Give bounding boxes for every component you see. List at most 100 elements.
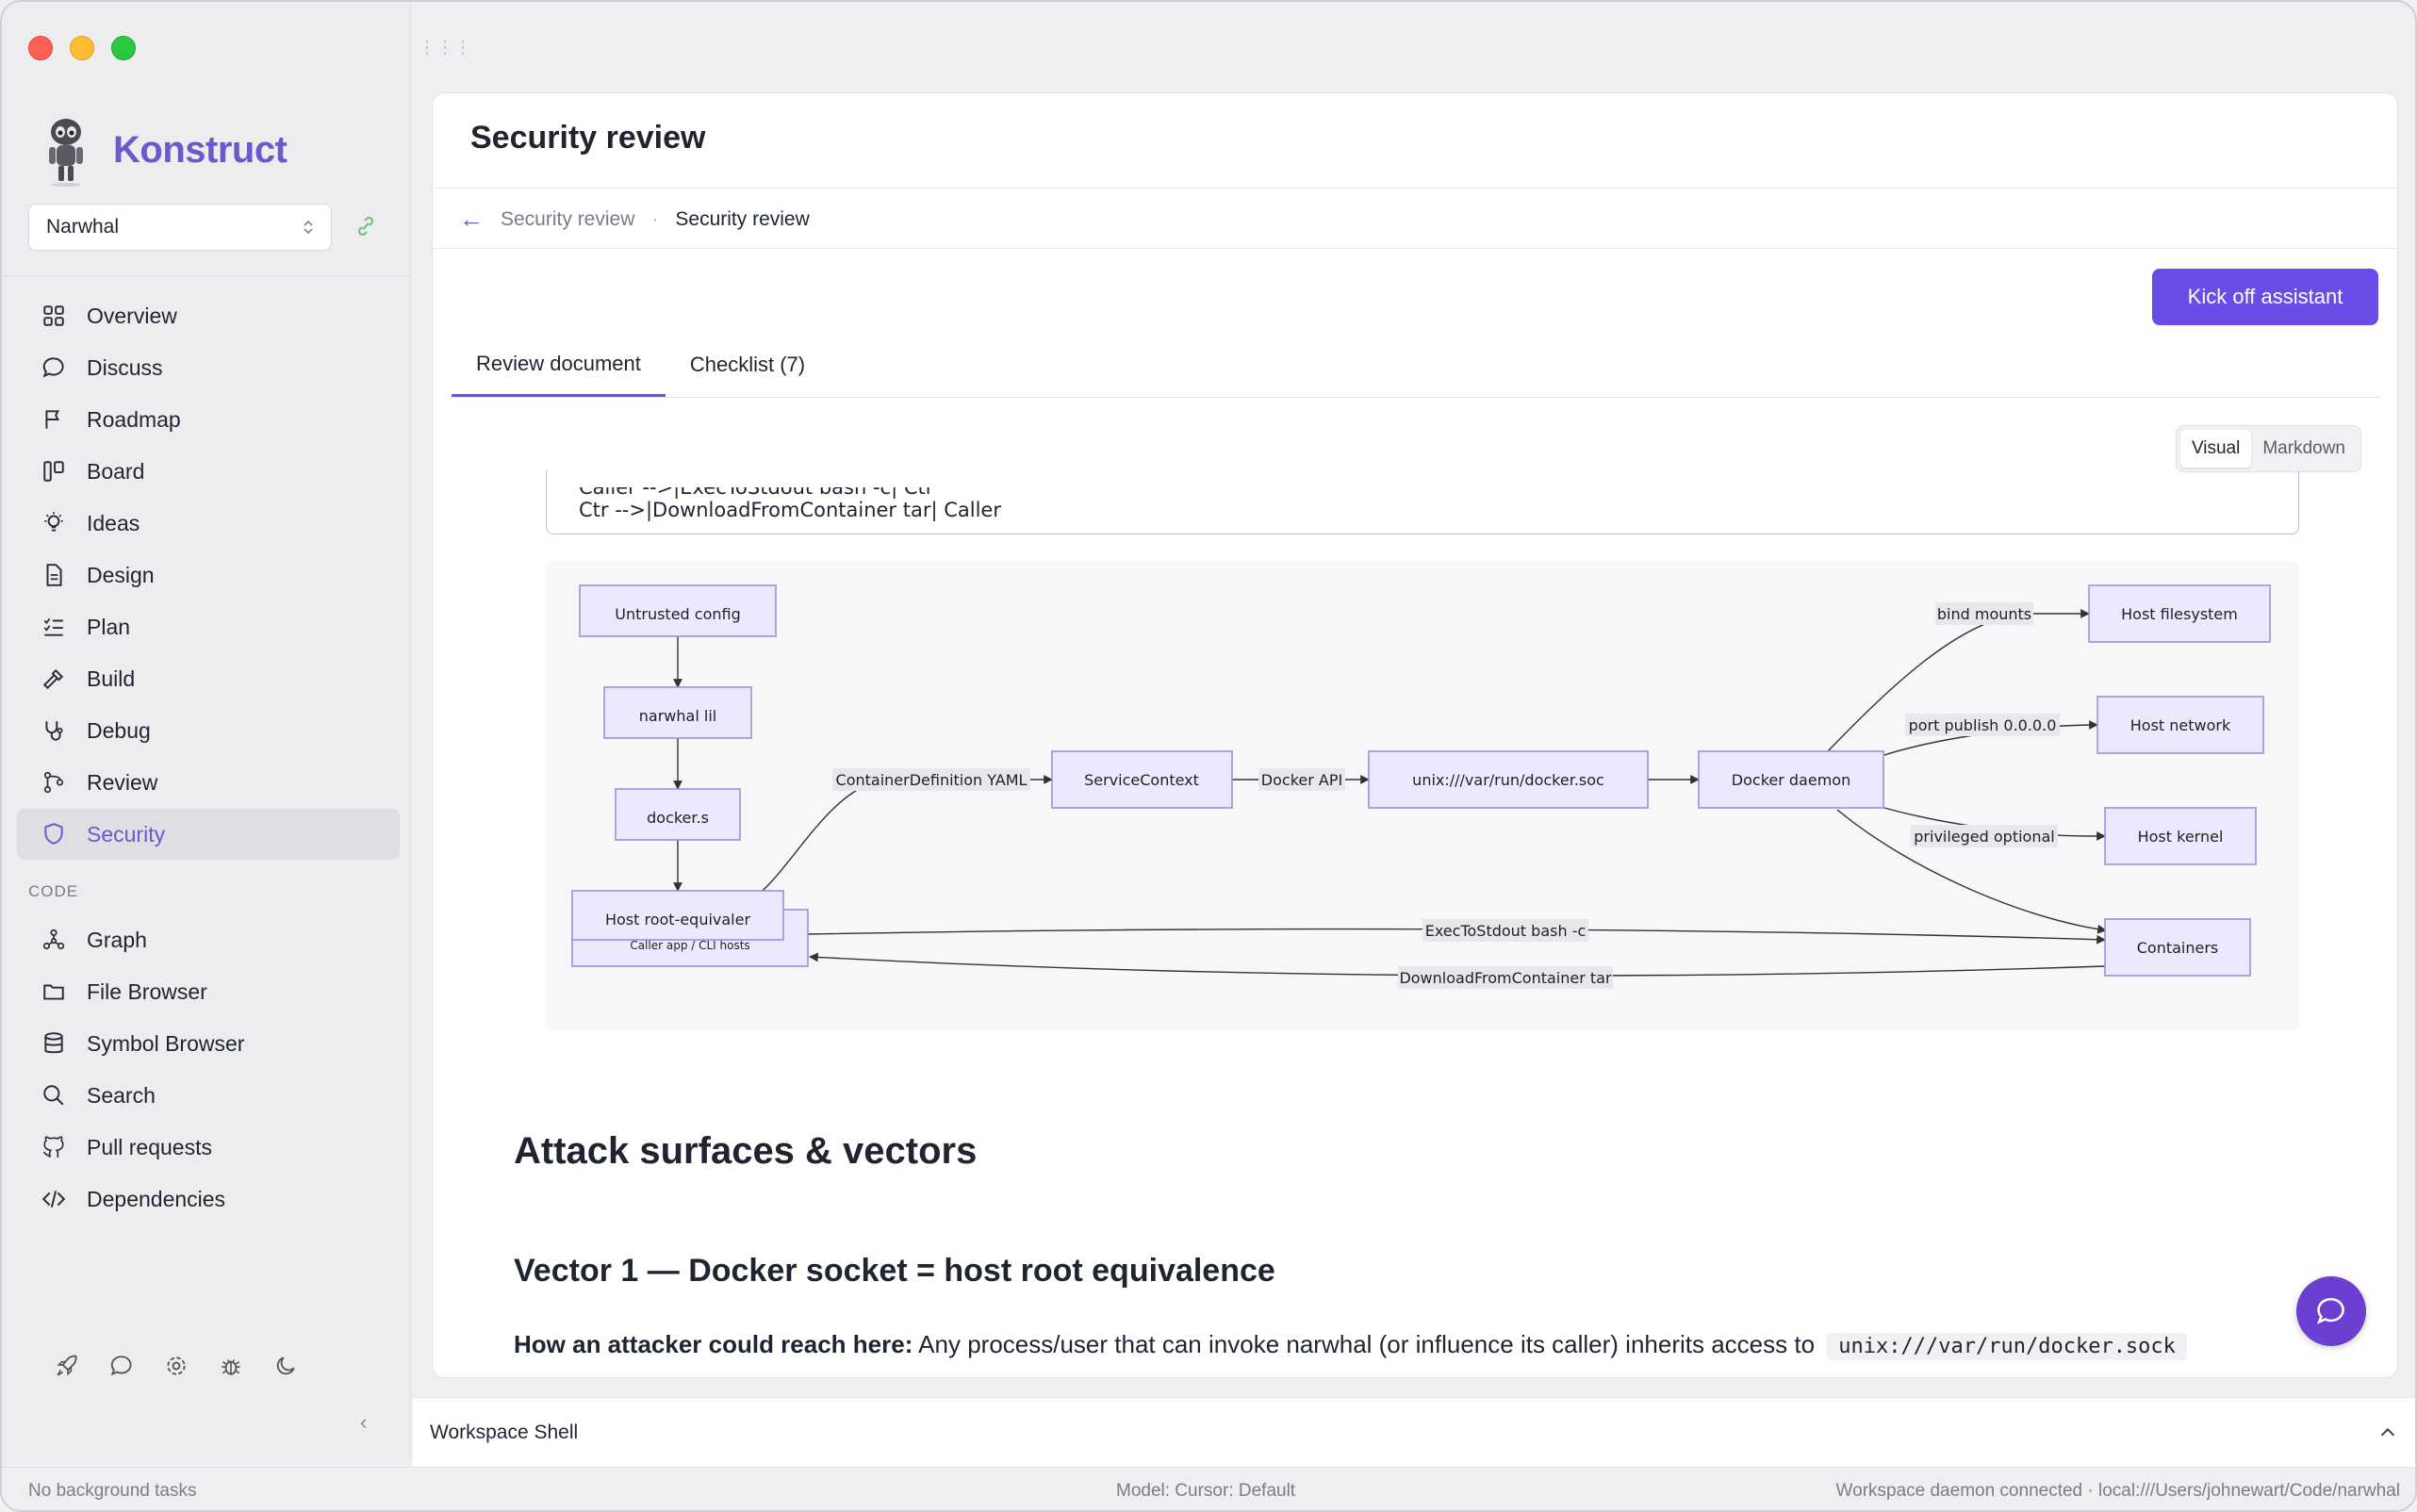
select-chevrons-icon bbox=[303, 218, 314, 237]
collapse-sidebar-icon[interactable]: ‹ bbox=[360, 1410, 367, 1435]
sidebar-item-label: Discuss bbox=[87, 354, 163, 380]
node-label: narwhal lil bbox=[639, 707, 716, 725]
back-arrow-icon[interactable]: ← bbox=[459, 205, 484, 234]
status-bar: No background tasks Model: Cursor: Defau… bbox=[2, 1467, 2415, 1510]
sidebar-item-graph[interactable]: Graph bbox=[17, 914, 400, 965]
sidebar-item-debug[interactable]: Debug bbox=[17, 705, 400, 756]
window-controls bbox=[28, 36, 136, 60]
checklist-icon bbox=[43, 617, 63, 636]
view-markdown-button[interactable]: Markdown bbox=[2251, 430, 2357, 468]
chat-bubble-icon bbox=[2316, 1297, 2344, 1324]
sidebar-item-build[interactable]: Build bbox=[17, 653, 400, 704]
page-title: Security review bbox=[470, 120, 706, 156]
project-select[interactable]: Narwhal bbox=[28, 204, 332, 251]
node-label: Docker daemon bbox=[1732, 771, 1850, 789]
sidebar-item-design[interactable]: Design bbox=[17, 550, 400, 600]
chat-assistant-button[interactable] bbox=[2296, 1276, 2366, 1346]
chat-bubble-icon[interactable] bbox=[109, 1354, 134, 1378]
github-icon bbox=[42, 1136, 64, 1158]
breadcrumb: ← Security review · Security review bbox=[459, 205, 810, 234]
code-section-label: CODE bbox=[28, 882, 79, 900]
sidebar-item-label: Overview bbox=[87, 303, 177, 328]
flag-icon bbox=[45, 410, 59, 429]
sidebar-item-label: Board bbox=[87, 458, 145, 484]
code-line: Ctr -->|DownloadFromContainer tar| Calle… bbox=[579, 499, 1001, 521]
sidebar: Konstruct Narwhal Overview Discuss Roadm… bbox=[2, 2, 411, 1461]
rocket-icon[interactable] bbox=[55, 1354, 79, 1378]
node-label: Containers bbox=[2137, 939, 2219, 957]
link-icon[interactable] bbox=[354, 215, 377, 238]
sidebar-item-label: Graph bbox=[87, 927, 147, 952]
diagram-canvas: Untrusted config narwhal lil docker.s Ca… bbox=[571, 584, 2271, 989]
sidebar-item-roadmap[interactable]: Roadmap bbox=[17, 394, 400, 445]
sidebar-item-label: Ideas bbox=[87, 510, 140, 535]
sidebar-item-pull-requests[interactable]: Pull requests bbox=[17, 1122, 400, 1173]
sidebar-item-security[interactable]: Security bbox=[17, 809, 400, 860]
workspace-shell-bar[interactable]: Workspace Shell bbox=[413, 1397, 2415, 1467]
document-content: Caller -->|ExecToStdout bash -c| Ctr Ctr… bbox=[433, 470, 2397, 1377]
robot-logo-icon bbox=[49, 119, 83, 187]
kick-off-assistant-button[interactable]: Kick off assistant bbox=[2152, 269, 2378, 325]
diagram-nodes: Untrusted config narwhal lil docker.s Ca… bbox=[571, 584, 2271, 977]
tab-checklist[interactable]: Checklist (7) bbox=[666, 333, 830, 397]
sidebar-item-symbol-browser[interactable]: Symbol Browser bbox=[17, 1018, 400, 1069]
app-name: Konstruct bbox=[113, 128, 288, 171]
primary-nav: Overview Discuss Roadmap Board Ideas Des… bbox=[17, 290, 400, 861]
chevron-up-icon[interactable] bbox=[2377, 1422, 2398, 1443]
sidebar-divider bbox=[2, 275, 411, 276]
close-window-button[interactable] bbox=[28, 36, 53, 60]
shield-icon bbox=[44, 823, 63, 845]
gear-icon[interactable] bbox=[164, 1354, 189, 1378]
node-label: Host filesystem bbox=[2121, 605, 2238, 623]
status-background-tasks: No background tasks bbox=[28, 1481, 197, 1501]
section-heading: Attack surfaces & vectors bbox=[514, 1130, 978, 1172]
graph-icon bbox=[42, 929, 65, 950]
node-label: docker.s bbox=[647, 809, 709, 827]
sidebar-item-label: Search bbox=[87, 1082, 156, 1108]
view-mode-toggle: Visual Markdown bbox=[2175, 425, 2361, 472]
sidebar-item-file-browser[interactable]: File Browser bbox=[17, 966, 400, 1017]
moon-icon[interactable] bbox=[273, 1354, 298, 1378]
mermaid-source-block: Caller -->|ExecToStdout bash -c| Ctr Ctr… bbox=[546, 470, 2299, 534]
database-icon bbox=[44, 1032, 63, 1054]
sidebar-item-label: Security bbox=[87, 821, 166, 846]
sidebar-item-board[interactable]: Board bbox=[17, 446, 400, 497]
drag-handle-icon[interactable]: ⋮⋮⋮ bbox=[419, 38, 472, 58]
node-label: Host network bbox=[2130, 716, 2231, 734]
sidebar-item-search[interactable]: Search bbox=[17, 1070, 400, 1121]
sidebar-footer-actions bbox=[55, 1354, 298, 1378]
sidebar-item-ideas[interactable]: Ideas bbox=[17, 498, 400, 549]
sidebar-item-label: File Browser bbox=[87, 978, 207, 1004]
sidebar-item-overview[interactable]: Overview bbox=[17, 290, 400, 341]
kanban-icon bbox=[43, 461, 64, 482]
workspace-shell-title: Workspace Shell bbox=[430, 1421, 579, 1443]
lightbulb-icon bbox=[44, 512, 63, 532]
edge-container-def bbox=[752, 775, 1053, 899]
view-visual-button[interactable]: Visual bbox=[2179, 430, 2252, 468]
sidebar-item-plan[interactable]: Plan bbox=[17, 601, 400, 652]
sidebar-item-review[interactable]: Review bbox=[17, 757, 400, 808]
sidebar-item-label: Pull requests bbox=[87, 1134, 212, 1159]
sidebar-item-label: Dependencies bbox=[87, 1186, 226, 1211]
grid-icon bbox=[43, 305, 64, 326]
main-panel: Security review ← Security review · Secu… bbox=[432, 92, 2398, 1378]
sidebar-item-dependencies[interactable]: Dependencies bbox=[17, 1174, 400, 1224]
sidebar-item-label: Debug bbox=[87, 717, 151, 743]
bug-icon[interactable] bbox=[219, 1354, 243, 1378]
git-compare-icon bbox=[43, 771, 64, 794]
edge-label: port publish 0.0.0.0 bbox=[1909, 716, 2057, 734]
tab-review-document[interactable]: Review document bbox=[452, 333, 666, 397]
edge-label: DownloadFromContainer tar bbox=[1399, 969, 1612, 987]
project-select-value: Narwhal bbox=[46, 216, 120, 238]
status-model[interactable]: Model: Cursor: Default bbox=[1116, 1481, 1295, 1502]
edge-label: Docker API bbox=[1261, 771, 1342, 789]
sidebar-item-label: Symbol Browser bbox=[87, 1030, 245, 1056]
breadcrumb-parent[interactable]: Security review bbox=[501, 208, 634, 231]
edge-label: ContainerDefinition YAML bbox=[836, 771, 1028, 789]
minimize-window-button[interactable] bbox=[70, 36, 94, 60]
hammer-icon bbox=[42, 668, 64, 690]
code-nav: Graph File Browser Symbol Browser Search… bbox=[17, 914, 400, 1225]
maximize-window-button[interactable] bbox=[111, 36, 136, 60]
architecture-diagram: Untrusted config narwhal lil docker.s Ca… bbox=[546, 561, 2299, 1030]
sidebar-item-discuss[interactable]: Discuss bbox=[17, 342, 400, 393]
